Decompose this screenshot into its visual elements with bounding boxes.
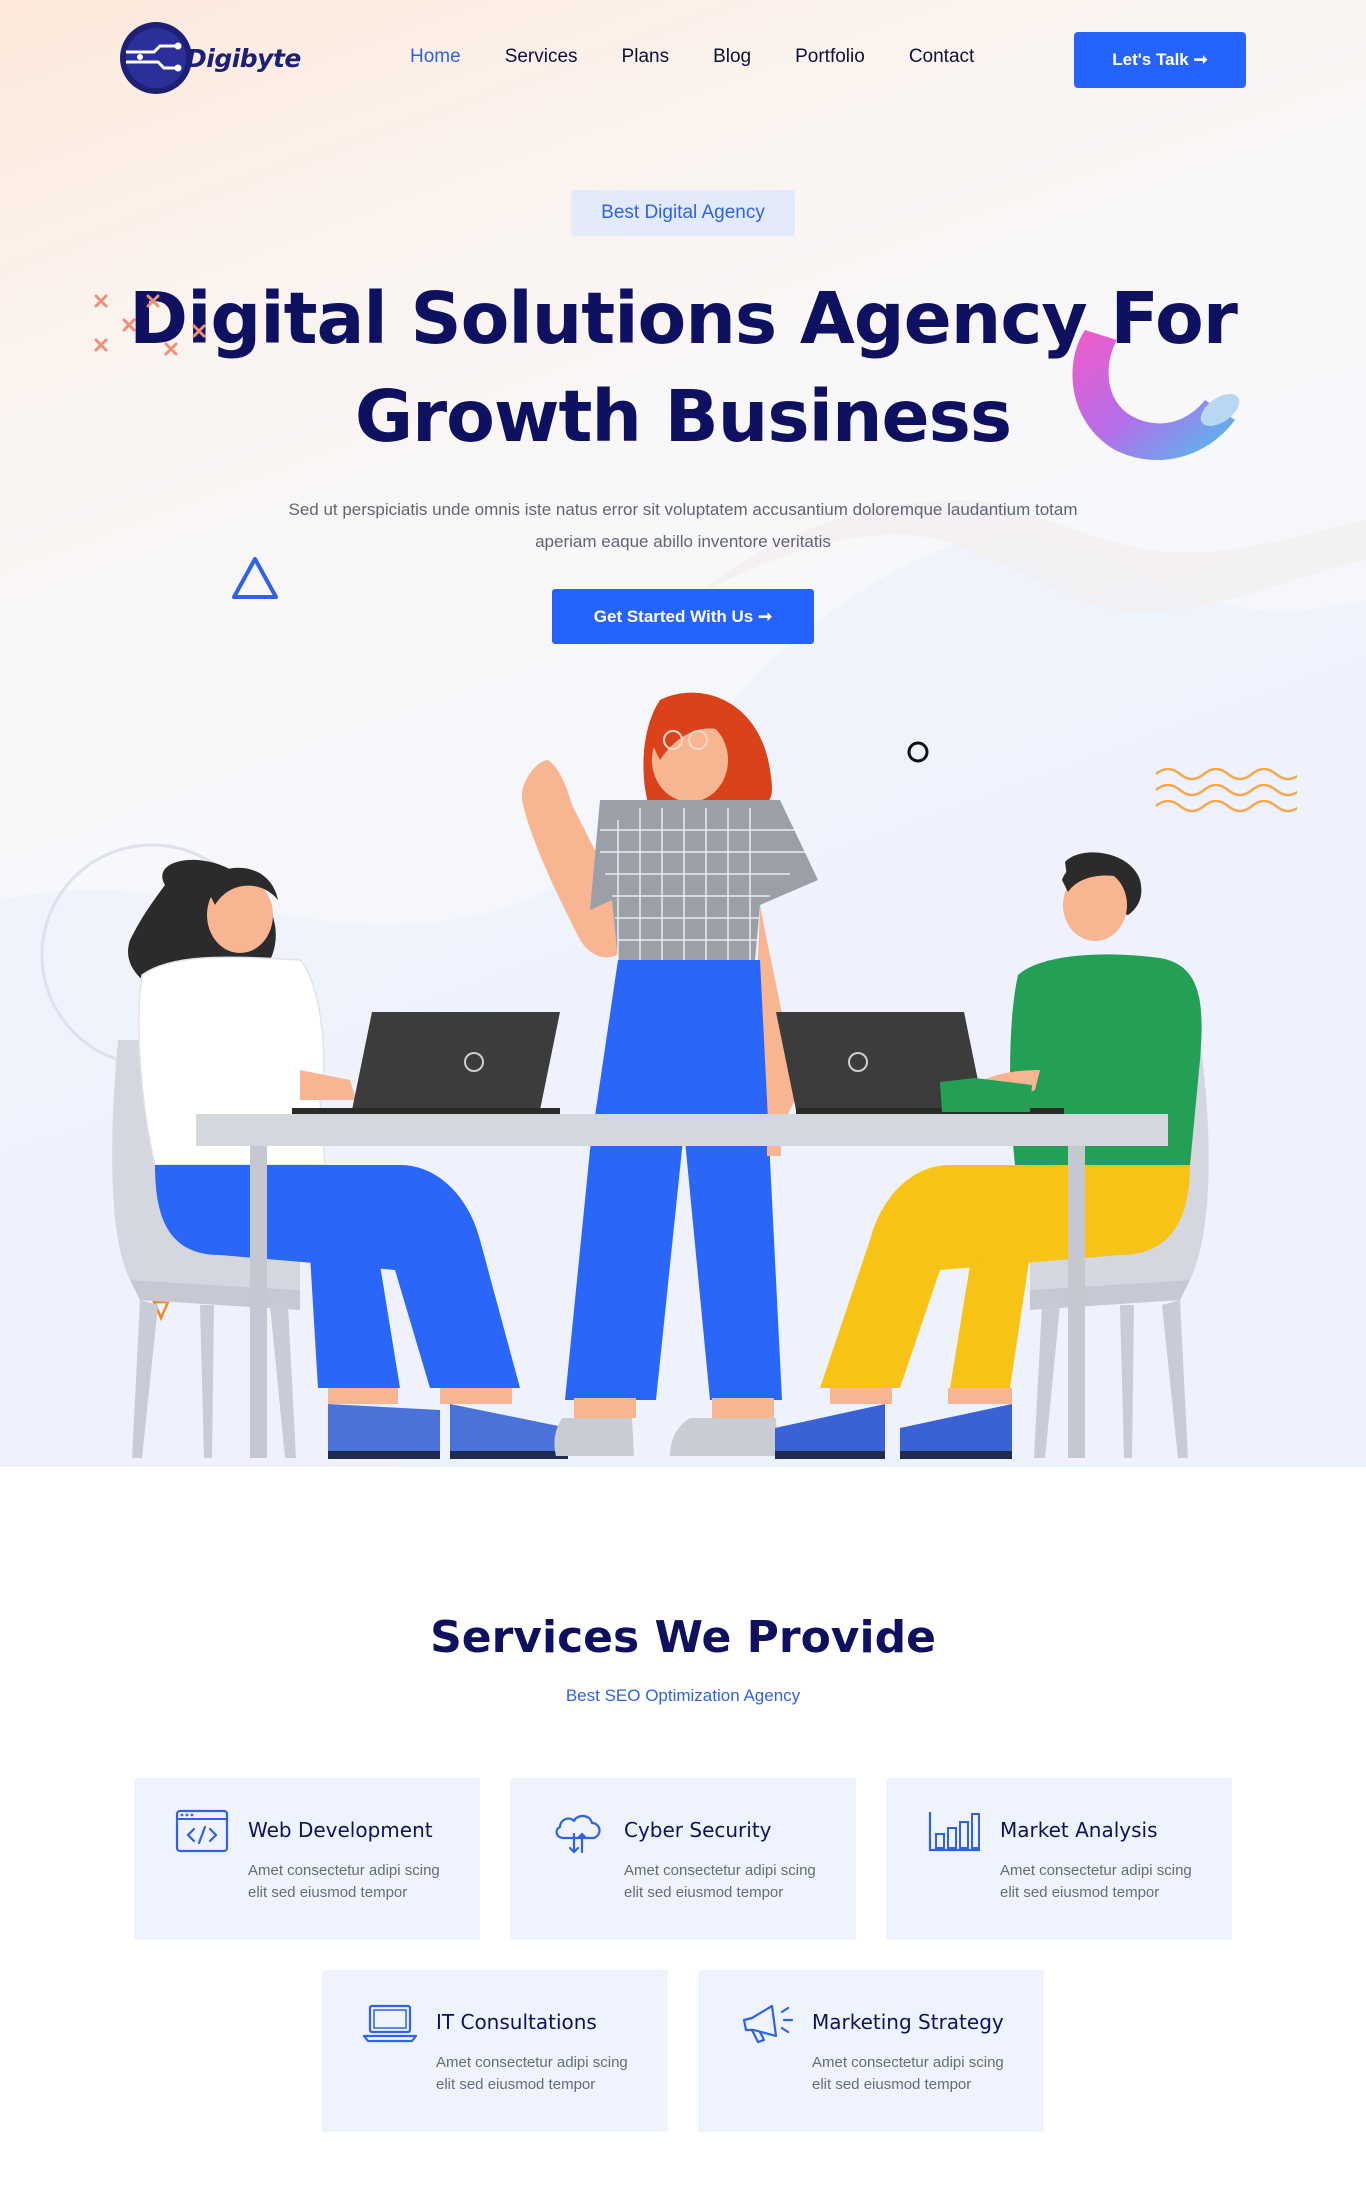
brand-logo[interactable]: Digibyte [118, 18, 318, 98]
bar-chart-icon [928, 1812, 980, 1852]
gradient-ring-shape [1072, 330, 1240, 460]
code-window-icon [175, 1809, 229, 1853]
nav-link-blog[interactable]: Blog [713, 46, 751, 68]
service-card-title: Cyber Security [624, 1818, 772, 1842]
cloud-transfer-icon [555, 1814, 601, 1854]
service-card-title: Marketing Strategy [812, 2010, 1004, 2034]
hero-badge: Best Digital Agency [571, 190, 795, 236]
service-card-marketing-strategy[interactable]: Marketing Strategy Amet consectetur adip… [698, 1970, 1044, 2132]
nav-links: Home Services Plans Blog Portfolio Conta… [410, 46, 1018, 68]
cross-pattern-icon [94, 294, 206, 356]
services-subtitle: Best SEO Optimization Agency [565, 1686, 801, 1705]
service-card-it-consultations[interactable]: IT Consultations Amet consectetur adipi … [322, 1970, 668, 2132]
nav-link-home[interactable]: Home [410, 46, 461, 68]
logo-text: Digibyte [186, 43, 301, 73]
hero-subtitle-line-2: aperiam eaque abillo inventore veritatis [535, 532, 831, 551]
service-card-market-analysis[interactable]: Market Analysis Amet consectetur adipi s… [886, 1778, 1232, 1940]
service-card-text: Amet consectetur adipi scing elit sed ei… [812, 2054, 1004, 2093]
team-meeting-illustration [40, 692, 1209, 1459]
service-card-text: Amet consectetur adipi scing elit sed ei… [1000, 1862, 1192, 1901]
get-started-button[interactable]: Get Started With Us ➞ [552, 589, 814, 644]
laptop-icon [362, 2004, 418, 2043]
service-card-title: Market Analysis [1000, 1818, 1158, 1842]
service-card-text: Amet consectetur adipi scing elit sed ei… [624, 1862, 816, 1901]
logo-circuit-icon [120, 22, 192, 94]
service-card-web-development[interactable]: Web Development Amet consectetur adipi s… [134, 1778, 480, 1940]
page: Digibyte Home Services Plans Blog Portfo… [0, 0, 1366, 2201]
triangle-outline-icon [232, 557, 278, 599]
nav-link-contact[interactable]: Contact [909, 46, 974, 68]
megaphone-icon [742, 2004, 794, 2044]
service-card-cyber-security[interactable]: Cyber Security Amet consectetur adipi sc… [510, 1778, 856, 1940]
hero-subtitle-line-1: Sed ut perspiciatis unde omnis iste natu… [288, 500, 1078, 519]
services-title: Services We Provide [430, 1612, 936, 1663]
nav-link-portfolio[interactable]: Portfolio [795, 46, 865, 68]
hero-subtitle: Sed ut perspiciatis unde omnis iste natu… [230, 494, 1136, 558]
service-card-title: IT Consultations [436, 2010, 597, 2034]
nav-link-plans[interactable]: Plans [622, 46, 670, 68]
service-card-text: Amet consectetur adipi scing elit sed ei… [248, 1862, 440, 1901]
service-card-title: Web Development [248, 1818, 433, 1842]
lets-talk-button[interactable]: Let's Talk ➞ [1074, 32, 1246, 88]
service-card-text: Amet consectetur adipi scing elit sed ei… [436, 2054, 628, 2093]
top-navbar: Digibyte Home Services Plans Blog Portfo… [0, 0, 1366, 118]
nav-link-services[interactable]: Services [505, 46, 578, 68]
